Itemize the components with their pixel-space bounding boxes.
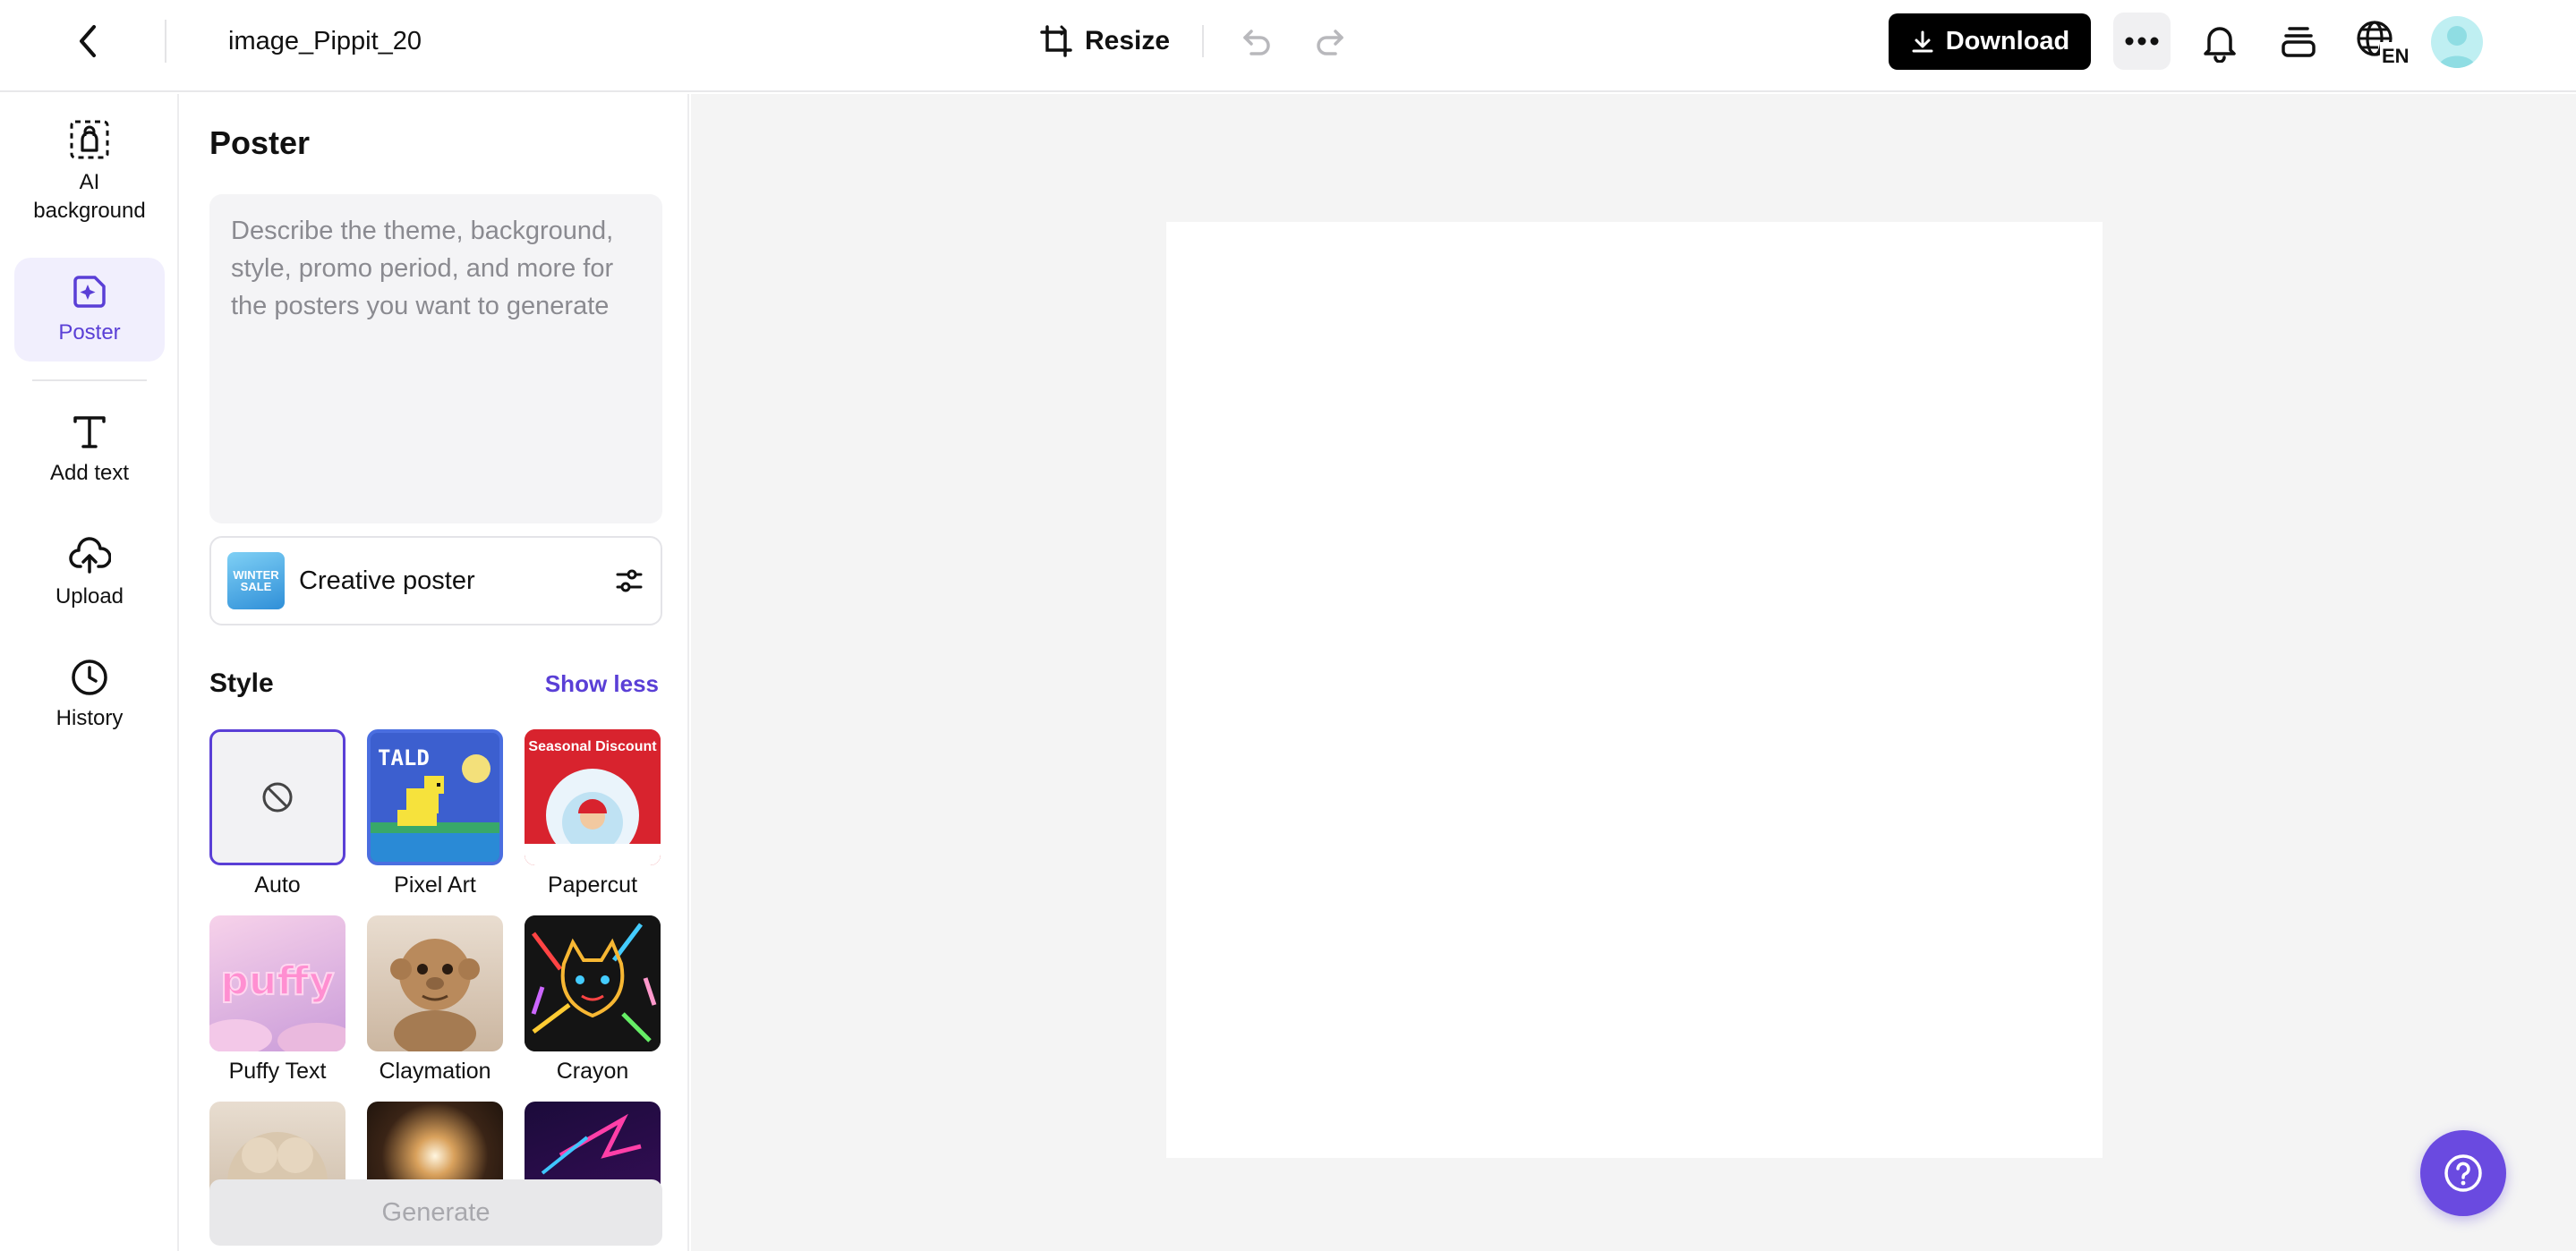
puffy-text-image: puffy <box>209 957 345 1051</box>
rail-item-history[interactable]: History <box>14 645 165 745</box>
resize-icon <box>1040 25 1072 57</box>
style-label: Papercut <box>547 872 638 898</box>
style-option-pixel-art[interactable]: TALD Pixel Art <box>367 729 503 898</box>
poster-type-selector[interactable]: WINTER SALE Creative poster <box>209 536 662 626</box>
artboard[interactable] <box>1166 222 2103 1158</box>
poster-type-thumbnail: WINTER SALE <box>227 552 285 609</box>
poster-icon <box>73 276 106 308</box>
style-option-crayon[interactable]: Crayon <box>525 915 661 1085</box>
more-options-button[interactable] <box>2113 13 2171 70</box>
rail-item-label: Add text <box>49 461 130 485</box>
show-less-link[interactable]: Show less <box>545 670 659 698</box>
bell-icon <box>2204 27 2236 63</box>
claymation-image <box>390 939 480 1051</box>
divider <box>1202 25 1204 57</box>
language-code: EN <box>2382 45 2410 65</box>
style-option-claymation[interactable]: Claymation <box>367 915 503 1085</box>
redo-icon <box>1317 30 1343 55</box>
no-style-icon <box>262 782 293 813</box>
rail-item-ai-background[interactable]: AI background <box>14 114 165 230</box>
papercut-image: Seasonal Discount <box>525 729 661 865</box>
style-thumbnail <box>209 729 345 865</box>
ai-background-icon <box>70 120 109 159</box>
pixel-art-thumb-text: TALD <box>378 745 430 770</box>
back-button[interactable] <box>64 20 111 63</box>
download-icon <box>1912 30 1933 52</box>
style-thumbnail: TALD <box>367 729 503 865</box>
layers-button[interactable] <box>2274 18 2323 66</box>
top-bar: image_Pippit_20 Resize Download EN <box>0 0 2576 92</box>
text-icon <box>73 416 106 448</box>
poster-panel: Poster WINTER SALE Creative poster Style… <box>181 94 689 1251</box>
canvas-area[interactable] <box>691 94 2576 1251</box>
undo-button[interactable] <box>1235 20 1280 63</box>
style-option-puffy-text[interactable]: puffy Puffy Text <box>209 915 345 1085</box>
crayon-image <box>525 915 661 1051</box>
rail-item-add-text[interactable]: Add text <box>14 400 165 500</box>
style-thumbnail <box>525 915 661 1051</box>
sliders-icon <box>616 569 643 592</box>
pixel-art-image: TALD <box>371 733 499 862</box>
style-label: Crayon <box>556 1059 629 1084</box>
poster-type-label: Creative poster <box>299 566 475 595</box>
tool-rail: AI background Poster Add text Upload His… <box>0 94 179 1251</box>
redo-button[interactable] <box>1307 20 1352 63</box>
rail-item-label: Upload <box>55 584 124 608</box>
resize-label: Resize <box>1085 26 1171 55</box>
puffy-thumb-text: puffy <box>220 958 334 1004</box>
rail-item-upload[interactable]: Upload <box>14 523 165 624</box>
style-thumbnail: puffy <box>209 915 345 1051</box>
style-grid: Auto TALD Pixel Art Seasonal Discount Pa… <box>209 729 662 1251</box>
resize-button[interactable]: Resize <box>1038 18 1170 64</box>
more-horizontal-icon <box>2125 37 2159 46</box>
user-avatar[interactable] <box>2431 16 2483 68</box>
notifications-button[interactable] <box>2196 18 2244 66</box>
style-option-papercut[interactable]: Seasonal Discount Papercut <box>525 729 661 898</box>
language-button[interactable]: EN <box>2352 18 2415 66</box>
style-thumbnail: Seasonal Discount <box>525 729 661 865</box>
style-label: Auto <box>254 872 301 898</box>
style-label: Claymation <box>379 1059 491 1084</box>
style-thumbnail <box>367 915 503 1051</box>
generate-button[interactable]: Generate <box>209 1179 662 1246</box>
style-label: Pixel Art <box>394 872 476 898</box>
upload-cloud-icon <box>69 537 111 574</box>
style-option-auto[interactable]: Auto <box>209 729 345 898</box>
papercut-thumb-text: Seasonal Discount <box>528 739 657 754</box>
style-label: Puffy Text <box>228 1059 327 1084</box>
divider <box>165 20 166 63</box>
chevron-left-icon <box>80 25 96 57</box>
layers-stack-icon <box>2282 27 2316 57</box>
rail-item-poster[interactable]: Poster <box>14 258 165 362</box>
avatar-person-icon <box>2438 26 2476 68</box>
poster-thumb-text: WINTER SALE <box>233 568 279 593</box>
download-button[interactable]: Download <box>1889 13 2091 70</box>
document-title[interactable]: image_Pippit_20 <box>228 23 422 59</box>
clock-icon <box>72 660 107 695</box>
style-heading: Style <box>209 668 274 698</box>
download-label: Download <box>1945 27 2070 55</box>
undo-icon <box>1243 30 1270 55</box>
rail-item-label: AI background <box>33 170 146 223</box>
help-button[interactable] <box>2420 1130 2506 1216</box>
rail-item-label: Poster <box>58 320 121 345</box>
panel-title: Poster <box>209 124 311 161</box>
poster-prompt-input[interactable] <box>209 194 662 523</box>
rail-item-label: History <box>55 706 124 730</box>
globe-icon: EN <box>2357 21 2412 65</box>
help-question-icon <box>2444 1154 2482 1192</box>
rail-divider <box>32 379 147 381</box>
